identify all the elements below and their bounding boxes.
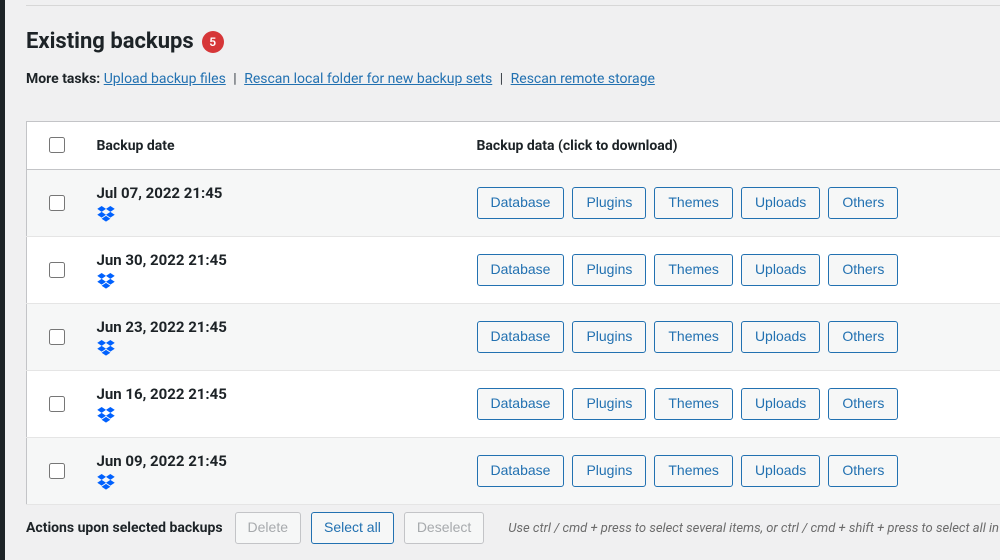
heading-title: Existing backups	[26, 29, 194, 54]
select-all-button[interactable]: Select all	[311, 512, 394, 544]
uploads-button[interactable]: Uploads	[741, 254, 820, 286]
dropbox-icon	[97, 340, 115, 356]
data-buttons: DatabasePluginsThemesUploadsOthers	[477, 254, 991, 286]
data-buttons: DatabasePluginsThemesUploadsOthers	[477, 321, 991, 353]
database-button[interactable]: Database	[477, 254, 565, 286]
row-checkbox[interactable]	[49, 463, 65, 479]
storage-indicator	[97, 474, 457, 490]
uploads-button[interactable]: Uploads	[741, 455, 820, 487]
dropbox-icon	[97, 474, 115, 490]
dropbox-icon	[97, 273, 115, 289]
wp-admin-sidebar-sliver	[0, 0, 5, 560]
table-row: Jun 16, 2022 21:45 DatabasePluginsThemesU…	[27, 371, 1000, 438]
plugins-button[interactable]: Plugins	[572, 321, 646, 353]
uploads-button[interactable]: Uploads	[741, 388, 820, 420]
dropbox-icon	[97, 206, 115, 222]
select-all-checkbox[interactable]	[49, 137, 65, 153]
more-tasks-label: More tasks:	[26, 71, 100, 87]
more-tasks-line: More tasks: Upload backup files | Rescan…	[26, 70, 655, 90]
table-row: Jul 07, 2022 21:45 DatabasePluginsThemesU…	[27, 170, 1000, 237]
themes-button[interactable]: Themes	[654, 388, 733, 420]
row-checkbox[interactable]	[49, 195, 65, 211]
plugins-button[interactable]: Plugins	[572, 254, 646, 286]
col-backup-data: Backup data (click to download)	[467, 122, 1000, 170]
database-button[interactable]: Database	[477, 388, 565, 420]
separator: |	[229, 71, 240, 87]
themes-button[interactable]: Themes	[654, 321, 733, 353]
others-button[interactable]: Others	[828, 321, 898, 353]
data-buttons: DatabasePluginsThemesUploadsOthers	[477, 187, 991, 219]
table-row: Jun 23, 2022 21:45 DatabasePluginsThemesU…	[27, 304, 1000, 371]
others-button[interactable]: Others	[828, 388, 898, 420]
uploads-button[interactable]: Uploads	[741, 187, 820, 219]
storage-indicator	[97, 407, 457, 423]
row-checkbox[interactable]	[49, 396, 65, 412]
delete-button[interactable]: Delete	[235, 512, 301, 544]
backup-date: Jul 07, 2022 21:45	[97, 184, 457, 202]
database-button[interactable]: Database	[477, 187, 565, 219]
plugins-button[interactable]: Plugins	[572, 187, 646, 219]
database-button[interactable]: Database	[477, 455, 565, 487]
existing-backups-heading: Existing backups 5	[26, 29, 224, 54]
data-buttons: DatabasePluginsThemesUploadsOthers	[477, 455, 991, 487]
separator: |	[496, 71, 507, 87]
backup-date: Jun 16, 2022 21:45	[97, 385, 457, 403]
table-row: Jun 30, 2022 21:45 DatabasePluginsThemesU…	[27, 237, 1000, 304]
plugins-button[interactable]: Plugins	[572, 388, 646, 420]
table-row: Jun 09, 2022 21:45 DatabasePluginsThemesU…	[27, 438, 1000, 505]
plugins-button[interactable]: Plugins	[572, 455, 646, 487]
storage-indicator	[97, 273, 457, 289]
actions-hint: Use ctrl / cmd + press to select several…	[508, 521, 1000, 536]
backup-count-badge: 5	[202, 31, 224, 53]
storage-indicator	[97, 206, 457, 222]
col-checkbox	[27, 122, 87, 170]
themes-button[interactable]: Themes	[654, 254, 733, 286]
backup-date: Jun 09, 2022 21:45	[97, 452, 457, 470]
actions-label: Actions upon selected backups	[26, 520, 223, 536]
rescan-local-link[interactable]: Rescan local folder for new backup sets	[244, 71, 492, 87]
storage-indicator	[97, 340, 457, 356]
col-backup-date: Backup date	[87, 122, 467, 170]
others-button[interactable]: Others	[828, 187, 898, 219]
dropbox-icon	[97, 407, 115, 423]
backup-date: Jun 30, 2022 21:45	[97, 251, 457, 269]
others-button[interactable]: Others	[828, 254, 898, 286]
deselect-button[interactable]: Deselect	[404, 512, 484, 544]
row-checkbox[interactable]	[49, 329, 65, 345]
backups-table-wrap: Backup date Backup data (click to downlo…	[26, 121, 1000, 505]
backups-table: Backup date Backup data (click to downlo…	[26, 121, 1000, 505]
rescan-remote-link[interactable]: Rescan remote storage	[511, 71, 655, 87]
themes-button[interactable]: Themes	[654, 187, 733, 219]
backup-date: Jun 23, 2022 21:45	[97, 318, 457, 336]
upload-backup-link[interactable]: Upload backup files	[104, 71, 226, 87]
themes-button[interactable]: Themes	[654, 455, 733, 487]
row-checkbox[interactable]	[49, 262, 65, 278]
data-buttons: DatabasePluginsThemesUploadsOthers	[477, 388, 991, 420]
others-button[interactable]: Others	[828, 455, 898, 487]
top-divider	[26, 5, 1000, 6]
uploads-button[interactable]: Uploads	[741, 321, 820, 353]
database-button[interactable]: Database	[477, 321, 565, 353]
actions-bar: Actions upon selected backups Delete Sel…	[26, 512, 1000, 544]
